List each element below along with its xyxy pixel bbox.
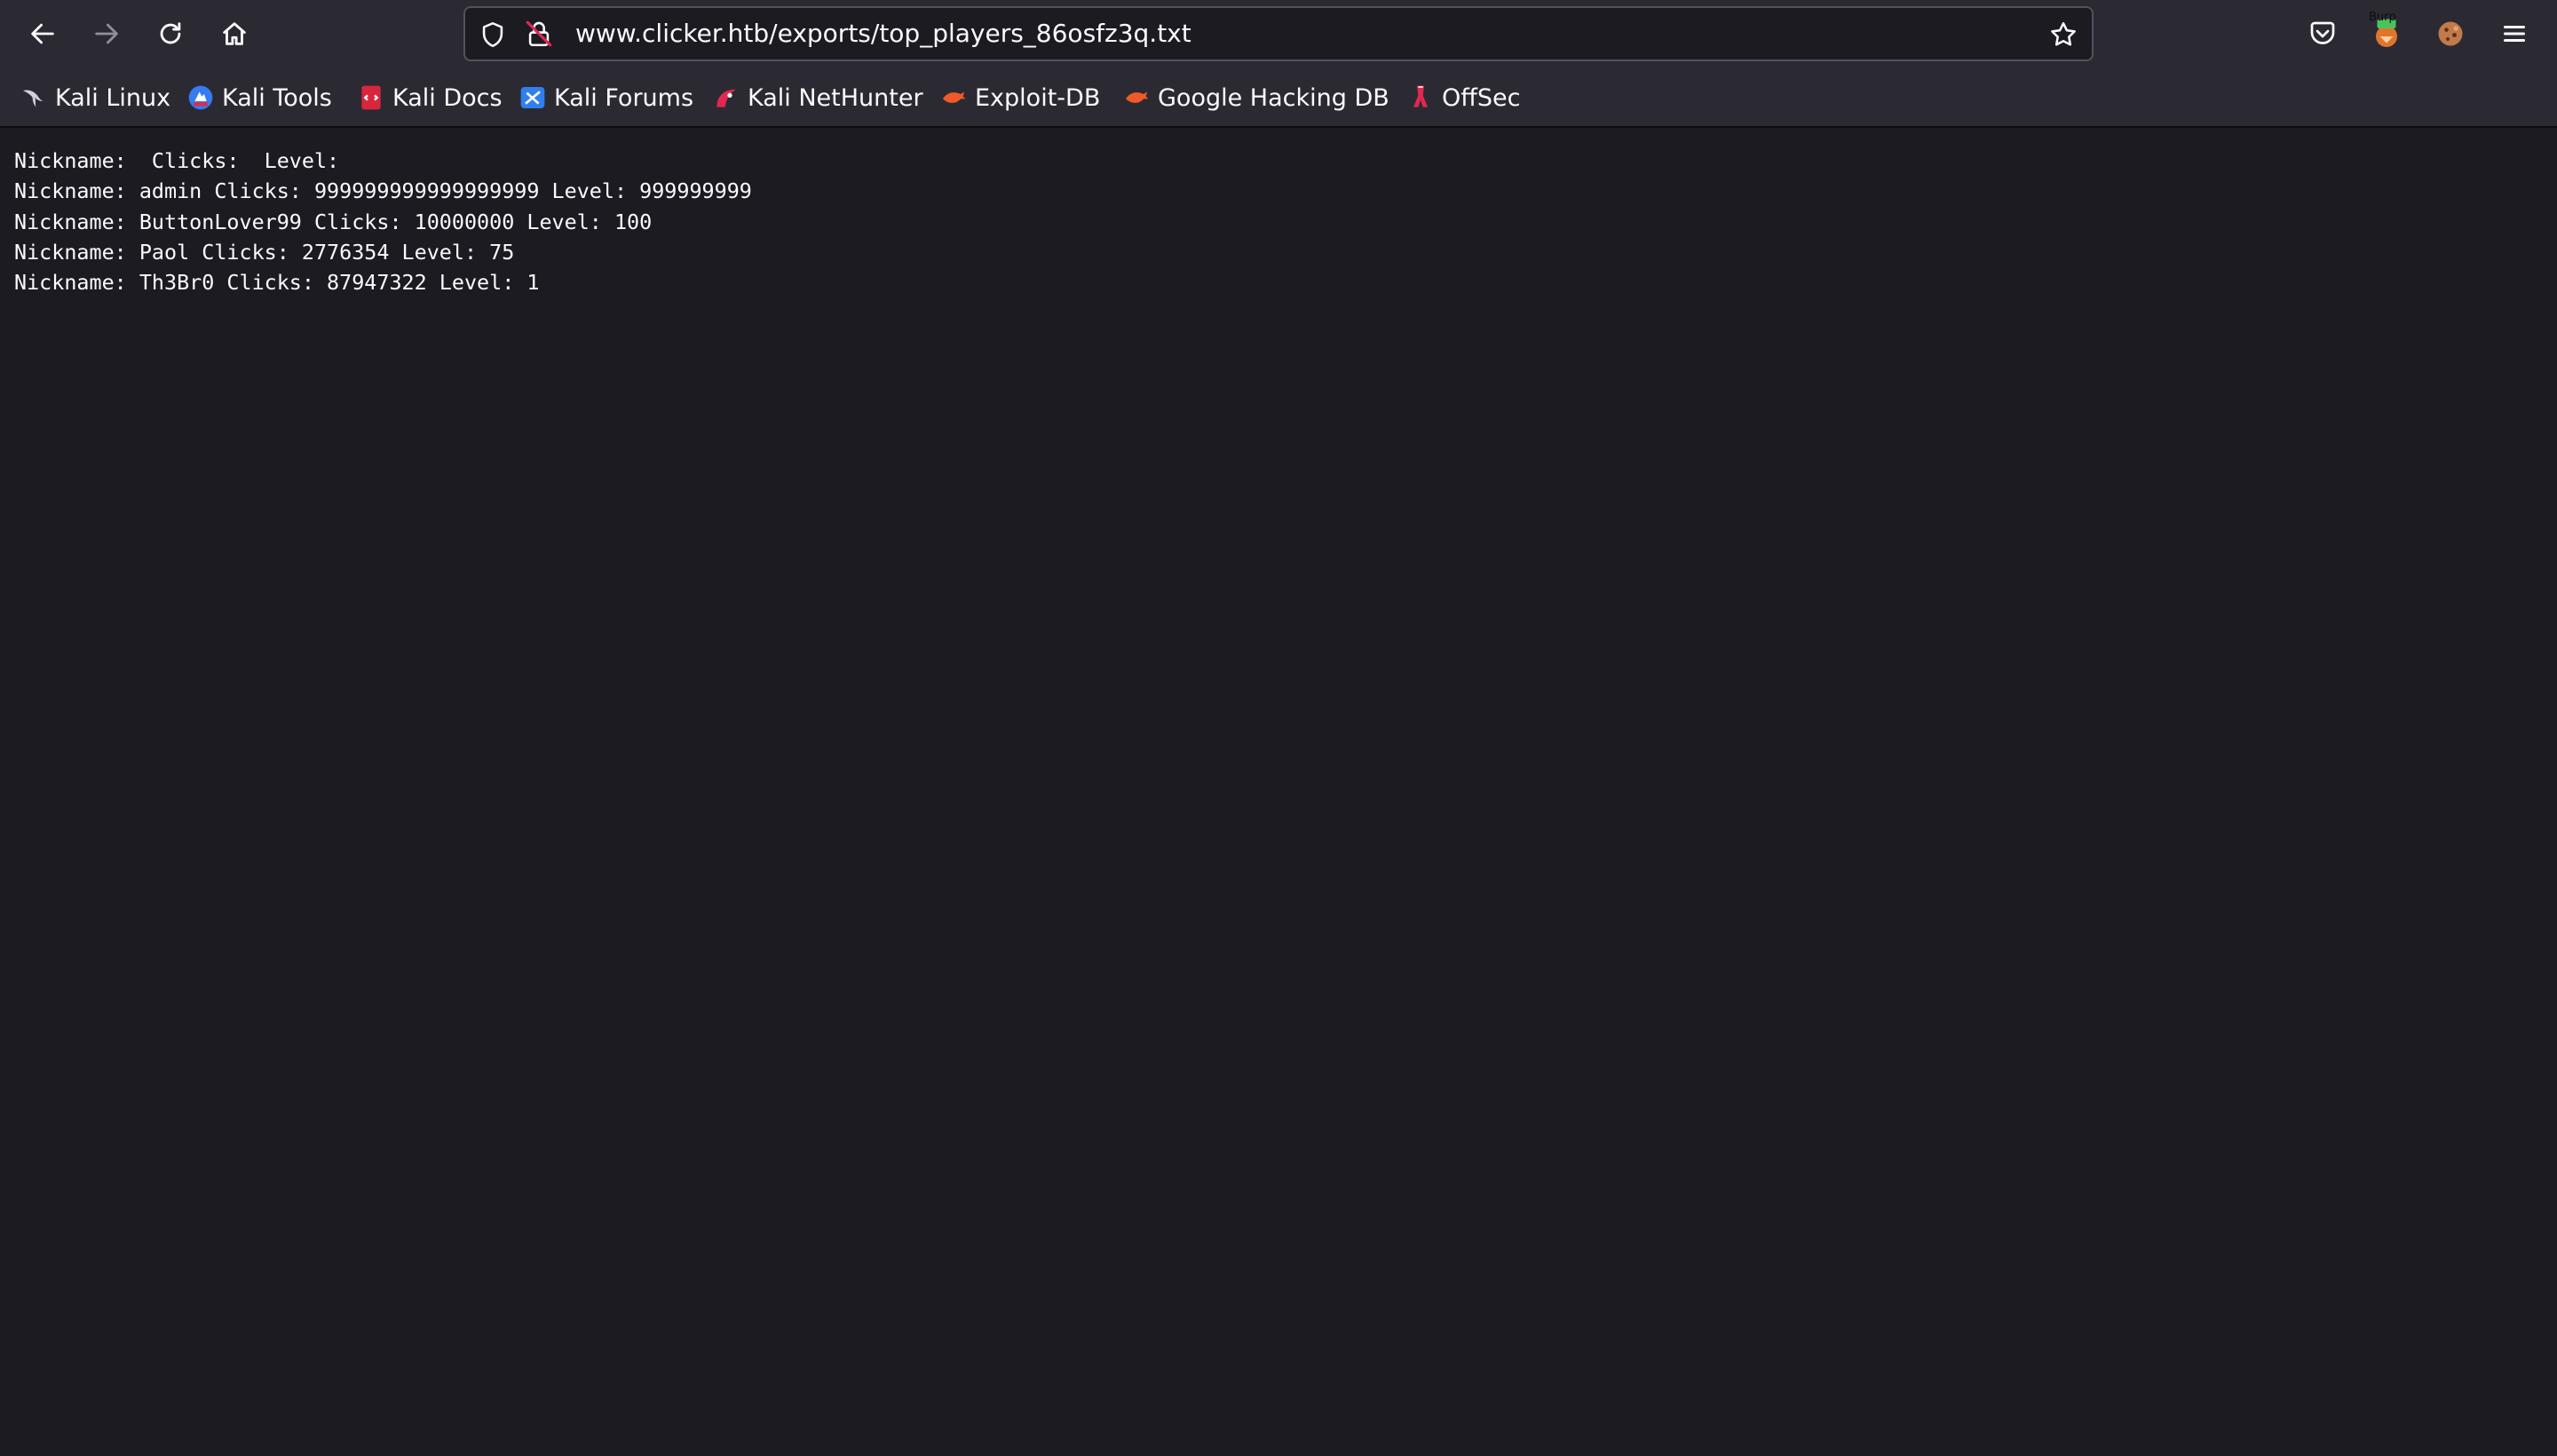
page-content: Nickname: Clicks: Level: Nickname: admin… (0, 128, 2557, 1456)
burp-badge: Burp (2369, 11, 2396, 24)
reload-button[interactable] (146, 9, 195, 59)
kali-docs-icon (357, 83, 385, 112)
tracking-protection-shield-icon[interactable] (478, 20, 508, 50)
home-icon (219, 19, 249, 49)
browser-chrome: www.clicker.htb/exports/top_players_86os… (0, 0, 2557, 128)
file-line: Nickname: admin Clicks: 9999999999999999… (14, 176, 752, 206)
address-bar[interactable]: www.clicker.htb/exports/top_players_86os… (463, 6, 2094, 61)
bookmark-kali-linux[interactable]: Kali Linux (20, 80, 170, 115)
insecure-lock-icon[interactable] (524, 19, 554, 49)
bookmark-kali-nethunter[interactable]: Kali NetHunter (712, 80, 923, 115)
arrow-left-icon (28, 19, 58, 49)
cookie-icon (2434, 18, 2466, 50)
cookie-extension-button[interactable] (2429, 12, 2472, 55)
foxyproxy-extension-button[interactable]: Burp (2365, 12, 2408, 55)
offsec-icon (1406, 83, 1435, 112)
back-button[interactable] (18, 9, 67, 59)
bookmark-kali-forums[interactable]: Kali Forums (519, 80, 693, 115)
file-line: Nickname: Clicks: Level: (14, 146, 752, 176)
kali-dragon-icon (20, 83, 48, 112)
app-menu-button[interactable] (2493, 12, 2536, 55)
navigation-toolbar: www.clicker.htb/exports/top_players_86os… (0, 0, 2557, 69)
ghdb-icon (1122, 83, 1151, 112)
bookmark-exploit-db[interactable]: Exploit-DB (939, 80, 1100, 115)
bookmark-google-hacking-db[interactable]: Google Hacking DB (1122, 80, 1389, 115)
home-button[interactable] (210, 9, 259, 59)
arrow-right-icon (91, 19, 122, 49)
pocket-icon (2307, 18, 2339, 50)
bookmark-kali-docs[interactable]: Kali Docs (357, 80, 503, 115)
bookmark-offsec[interactable]: OffSec (1406, 80, 1520, 115)
pocket-button[interactable] (2301, 12, 2344, 55)
file-line: Nickname: Paol Clicks: 2776354 Level: 75 (14, 237, 752, 267)
kali-tools-icon (186, 83, 215, 112)
url-text[interactable]: www.clicker.htb/exports/top_players_86os… (575, 19, 1191, 48)
exploit-db-icon (939, 83, 968, 112)
kali-nethunter-icon (712, 83, 740, 112)
forward-button[interactable] (82, 9, 131, 59)
file-line: Nickname: ButtonLover99 Clicks: 10000000… (14, 207, 752, 237)
text-file-content: Nickname: Clicks: Level: Nickname: admin… (14, 146, 752, 297)
bookmark-kali-tools[interactable]: Kali Tools (186, 80, 332, 115)
kali-forums-icon (519, 83, 547, 112)
hamburger-menu-icon (2498, 18, 2530, 50)
bookmark-star-icon[interactable] (2047, 19, 2079, 51)
reload-icon (155, 19, 186, 49)
file-line: Nickname: Th3Br0 Clicks: 87947322 Level:… (14, 267, 752, 297)
bookmarks-toolbar: Kali Linux Kali Tools Kali Docs Kali For… (0, 69, 2557, 126)
